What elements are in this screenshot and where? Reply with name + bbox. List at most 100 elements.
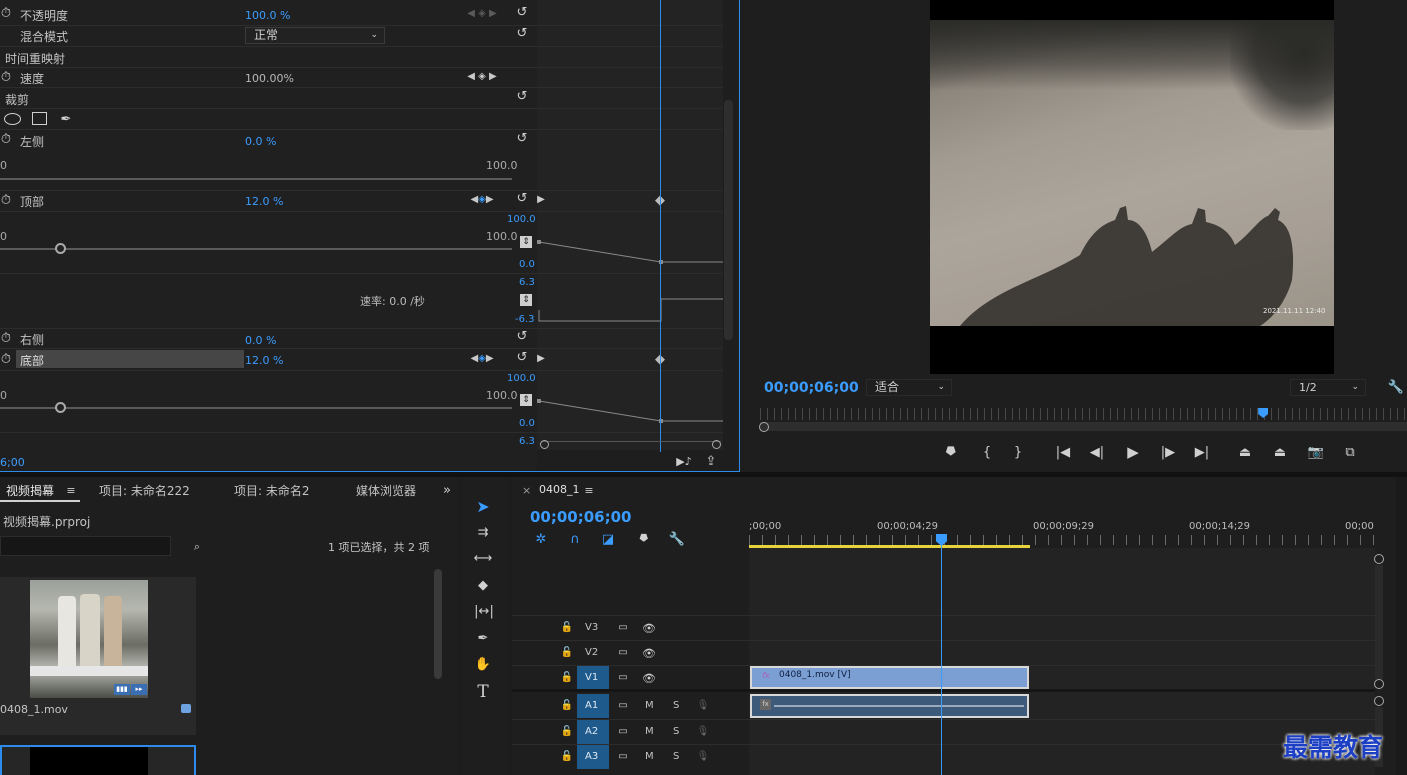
panel-menu-icon[interactable]: ≡	[583, 484, 595, 496]
video-clip[interactable]: fx 0408_1.mov [V]	[750, 666, 1029, 689]
effect-controls-playhead[interactable]	[660, 0, 661, 452]
extract-button[interactable]: ⏏	[1270, 444, 1290, 460]
fit-select[interactable]: 适合 ⌄	[866, 379, 952, 396]
wrench-icon[interactable]: 🔧	[1388, 380, 1404, 394]
program-timecode[interactable]: 00;00;06;00	[764, 380, 859, 396]
sync-icon[interactable]: ▭	[616, 726, 630, 738]
audio-clip[interactable]: fx	[750, 694, 1029, 718]
reset-icon[interactable]: ↺	[515, 191, 529, 205]
bottom-slider-track[interactable]	[0, 407, 512, 409]
opacity-value[interactable]: 100.0 %	[245, 9, 290, 22]
nest-toggle-icon[interactable]: ✲	[533, 531, 549, 547]
more-tabs-icon[interactable]: »	[440, 483, 454, 497]
snap-icon[interactable]: ∩	[567, 531, 583, 547]
search-bin-icon[interactable]: ⌕	[189, 539, 205, 553]
wrench-icon[interactable]: 🔧	[669, 531, 685, 547]
go-to-in-button[interactable]: |◀	[1054, 444, 1072, 460]
add-marker-icon[interactable]: ⯂	[636, 531, 650, 547]
mark-out-button[interactable]: }	[1010, 444, 1026, 460]
lock-icon[interactable]: 🔓	[561, 622, 573, 634]
sync-icon[interactable]: ▭	[616, 622, 630, 634]
speed-value[interactable]: 100.00%	[245, 72, 294, 85]
sync-icon[interactable]: ▭	[616, 751, 630, 763]
timeline-timecode[interactable]: 00;00;06;00	[530, 508, 632, 526]
add-marker-button[interactable]: ⯂	[942, 444, 958, 460]
play-audio-icon[interactable]: ▶♪	[676, 454, 692, 468]
video-zoom-handle[interactable]	[1374, 554, 1384, 564]
left-slider-track[interactable]	[0, 178, 512, 180]
graph-zoom-scrollbar[interactable]	[541, 441, 721, 449]
sequence-item[interactable]	[0, 745, 196, 775]
left-value[interactable]: 0.0 %	[245, 135, 276, 148]
timeline-ruler[interactable]: ;00;00 00;00;04;29 00;00;09;29 00;00;14;…	[749, 515, 1375, 548]
keyframe-nav-icon[interactable]: ◀ ◈ ▶	[462, 71, 502, 83]
graph-toggle-icon[interactable]: ⇕	[520, 236, 532, 248]
mic-icon[interactable]: 🎙	[697, 700, 710, 712]
reset-icon[interactable]: ↺	[515, 89, 529, 103]
ellipse-mask-icon[interactable]	[4, 113, 21, 125]
lift-button[interactable]: ⏏	[1235, 444, 1255, 460]
go-to-out-button[interactable]: ▶|	[1193, 444, 1211, 460]
pen-tool-icon[interactable]: ✒	[473, 629, 493, 647]
reset-icon[interactable]: ↺	[515, 329, 529, 343]
step-back-button[interactable]: ◀|	[1089, 444, 1105, 460]
top-slider-track[interactable]	[0, 248, 512, 250]
reset-icon[interactable]: ↺	[515, 26, 529, 40]
panel-menu-icon[interactable]: ≡	[65, 484, 77, 496]
keyframe-nav-icon[interactable]: ◀ ◈ ▶	[462, 8, 502, 20]
lock-icon[interactable]: 🔓	[561, 672, 573, 684]
step-forward-button[interactable]: |▶	[1160, 444, 1176, 460]
track-select-icon[interactable]: ⇉	[473, 523, 493, 541]
slip-icon[interactable]: |↔|	[473, 602, 495, 620]
eye-icon[interactable]: 👁	[642, 622, 656, 634]
hand-tool-icon[interactable]: ✋	[473, 655, 493, 673]
sequence-tab-name[interactable]: 0408_1	[539, 483, 580, 496]
rect-mask-icon[interactable]	[32, 112, 47, 125]
stopwatch-icon[interactable]: ⏱	[0, 332, 12, 345]
sync-icon[interactable]: ▭	[616, 647, 630, 659]
solo-button[interactable]: S	[673, 700, 679, 711]
mute-button[interactable]: M	[645, 726, 654, 737]
tab-project-active[interactable]: 视频揭幕	[6, 482, 54, 499]
lock-icon[interactable]: 🔓	[561, 726, 573, 738]
play-button[interactable]: ▶	[1124, 443, 1142, 461]
pen-mask-icon[interactable]: ✒	[58, 111, 74, 127]
stopwatch-icon[interactable]: ⏱	[0, 71, 12, 84]
selection-tool-icon[interactable]: ➤	[473, 496, 493, 516]
zoom-handle-left[interactable]	[759, 422, 769, 432]
eye-icon[interactable]: 👁	[642, 647, 656, 659]
stopwatch-icon[interactable]: ⏱	[0, 353, 12, 366]
zoom-handle-left[interactable]	[540, 440, 549, 449]
clip-item[interactable]: ▮▮▮ ▸▸ 0408_1.mov	[0, 577, 196, 735]
lock-icon[interactable]: 🔓	[561, 647, 573, 659]
sync-icon[interactable]: ▭	[616, 700, 630, 712]
reset-icon[interactable]: ↺	[515, 5, 529, 19]
type-tool-icon[interactable]: T	[473, 682, 493, 702]
reset-icon[interactable]: ↺	[515, 131, 529, 145]
project-scrollbar[interactable]	[434, 569, 442, 679]
graph-scrollbar[interactable]	[724, 100, 733, 340]
mute-button[interactable]: M	[645, 751, 654, 762]
lock-icon[interactable]: 🔓	[561, 751, 573, 763]
camera-icon[interactable]: 📷	[1307, 444, 1325, 460]
audio-zoom-handle[interactable]	[1374, 696, 1384, 706]
linked-selection-icon[interactable]: ◪	[600, 531, 616, 547]
solo-button[interactable]: S	[673, 751, 679, 762]
tab-project-2[interactable]: 项目: 未命名2	[234, 482, 310, 499]
monitor-scrub-bar[interactable]	[760, 422, 1407, 431]
mark-in-button[interactable]: {	[979, 444, 995, 460]
resolution-select[interactable]: 1/2 ⌄	[1290, 379, 1366, 396]
export-icon[interactable]: ⇪	[703, 454, 719, 468]
sync-icon[interactable]: ▭	[616, 672, 630, 684]
tab-media-browser[interactable]: 媒体浏览器	[356, 482, 418, 499]
mute-button[interactable]: M	[645, 700, 654, 711]
stopwatch-icon[interactable]: ⏱	[0, 7, 12, 20]
bottom-value[interactable]: 12.0 %	[245, 354, 283, 367]
close-sequence-icon[interactable]: ×	[522, 484, 531, 497]
lock-icon[interactable]: 🔓	[561, 700, 573, 712]
razor-icon[interactable]: ◆	[473, 576, 493, 594]
eye-icon[interactable]: 👁	[642, 672, 656, 684]
blend-mode-select[interactable]: 正常 ⌄	[245, 27, 385, 44]
graph-toggle-icon[interactable]: ⇕	[520, 394, 532, 406]
stopwatch-icon[interactable]: ⏱	[0, 133, 12, 146]
